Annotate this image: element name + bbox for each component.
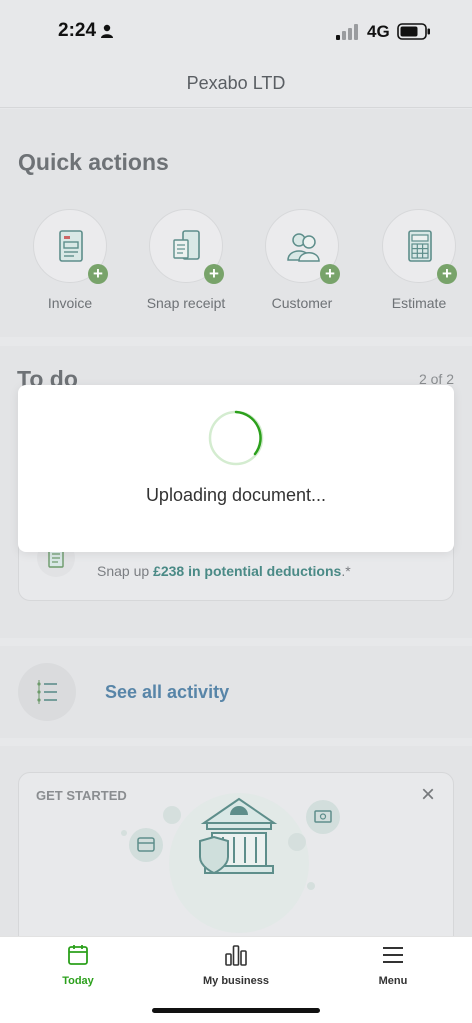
close-icon[interactable]: × [415,781,441,808]
status-bar: 2:24 4G [0,0,472,62]
quick-action-snap-receipt[interactable]: + Snap receipt [131,209,241,311]
quick-actions-title: Quick actions [18,149,169,175]
quick-action-customer[interactable]: + Customer [247,209,357,311]
status-time-text: 2:24 [58,20,97,41]
snap-receipt-icon [173,230,200,260]
network-label: 4G [367,22,390,41]
todo-card-text: Snap up £238 in potential deductions.* [97,563,351,579]
todo-card-text-prefix: Snap up [97,563,154,579]
quick-actions-section: Quick actions + Invoice + Snap receipt +… [0,109,472,337]
tab-my-business[interactable]: My business [181,943,291,987]
quick-action-estimate[interactable]: + Estimate [364,209,472,311]
quick-action-invoice-label: Invoice [47,295,93,311]
calendar-icon [68,945,88,965]
hamburger-icon [383,947,403,963]
bar-chart-icon [225,945,247,966]
tab-today-label: Today [62,975,94,987]
company-title[interactable]: Pexabo LTD [0,62,472,104]
bank-illustration-icon [121,793,340,933]
activity-list-icon [37,680,57,704]
home-indicator[interactable] [152,1008,320,1013]
get-started-section: GET STARTED × [0,746,472,952]
plus-icon: + [88,264,108,284]
activity-row[interactable]: See all activity [0,646,472,738]
quick-action-customer-label: Customer [271,295,333,311]
get-started-label: GET STARTED [36,788,127,803]
get-started-card[interactable]: GET STARTED × [18,772,454,952]
estimate-icon [408,230,432,262]
person-icon [101,24,114,38]
plus-icon: + [204,264,224,284]
loading-spinner-icon [208,410,264,466]
tab-menu-label: Menu [378,975,408,987]
customer-icon [287,233,320,262]
quick-action-snap-receipt-label: Snap receipt [146,295,226,311]
status-time: 2:24 [58,20,114,42]
deductions-amount[interactable]: £238 in potential deductions [153,563,341,579]
quick-action-invoice[interactable]: + Invoice [15,209,125,311]
see-all-activity-link[interactable]: See all activity [105,682,229,703]
loading-message: Uploading document... [145,485,327,505]
tab-menu[interactable]: Menu [338,943,448,987]
quick-action-invoice-circle[interactable]: + [33,209,108,284]
loading-dialog: Uploading document... [18,385,454,552]
tab-my-business-label: My business [202,975,270,987]
invoice-icon [59,230,83,262]
battery-icon [397,23,430,40]
plus-icon: + [437,264,457,284]
plus-icon: + [320,264,340,284]
activity-list-icon-wrapper [18,663,76,721]
todo-card-text-suffix: .* [341,563,351,579]
tab-today[interactable]: Today [23,943,133,987]
quick-action-customer-circle[interactable]: + [265,209,340,284]
quick-action-estimate-circle[interactable]: + [382,209,457,284]
signal-icon [336,24,358,40]
quick-action-estimate-label: Estimate [391,295,447,311]
quick-action-snap-receipt-circle[interactable]: + [149,209,224,284]
app-header: Pexabo LTD [0,62,472,108]
